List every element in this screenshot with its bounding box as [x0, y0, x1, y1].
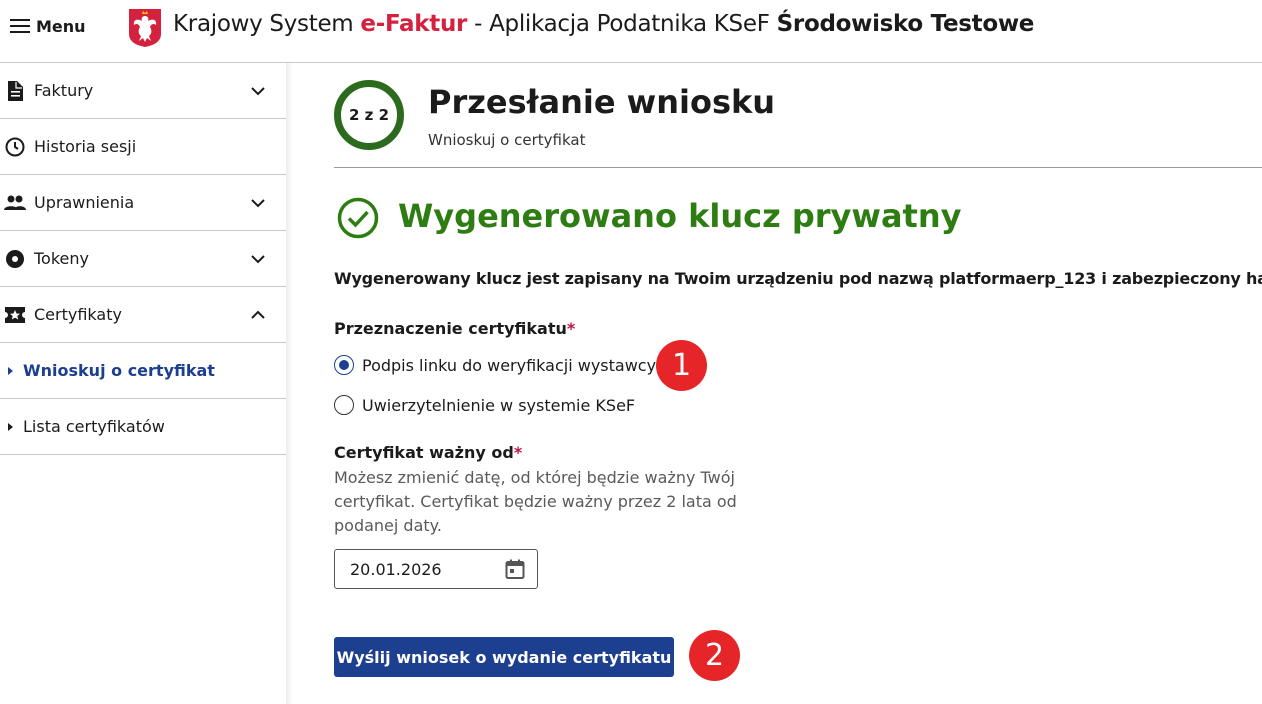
sidebar-item-historia-sesji[interactable]: Historia sesji [0, 119, 286, 175]
success-title: Wygenerowano klucz prywatny [398, 197, 962, 235]
valid-from-label: Certyfikat ważny od* [334, 443, 522, 462]
app-title-prefix: Krajowy System [173, 11, 361, 37]
page-subtitle: Wnioskuj o certyfikat [428, 131, 586, 149]
step-label: 2 z 2 [348, 106, 390, 124]
radio-option-podpis-linku[interactable]: Podpis linku do weryfikacji wystawcy [334, 355, 656, 375]
sidebar-shadow [286, 63, 292, 704]
divider [334, 167, 1262, 168]
annotation-badge-2: 2 [689, 630, 740, 681]
page-title: Przesłanie wniosku [428, 83, 776, 121]
valid-from-label-text: Certyfikat ważny od [334, 443, 514, 462]
submit-button[interactable]: Wyślij wniosek o wydanie certyfikatu [334, 637, 674, 677]
sidebar-item-tokeny[interactable]: Tokeny [0, 231, 286, 287]
main-content: 2 z 2 Przesłanie wniosku Wnioskuj o cert… [334, 63, 1262, 704]
sidebar-item-uprawnienia[interactable]: Uprawnienia [0, 175, 286, 231]
document-icon [4, 80, 26, 102]
date-input[interactable]: 20.01.2026 [334, 549, 538, 589]
polish-emblem-icon [129, 9, 161, 47]
menu-button[interactable]: Menu [10, 14, 86, 38]
sidebar-item-label: Uprawnienia [34, 193, 135, 212]
sidebar-subitem-label: Wnioskuj o certyfikat [23, 361, 215, 380]
chevron-down-icon [251, 199, 265, 208]
app-title: Krajowy System e-Faktur - Aplikacja Poda… [173, 11, 1034, 37]
radio-option-uwierzytelnienie[interactable]: Uwierzytelnienie w systemie KSeF [334, 395, 635, 415]
token-icon [4, 248, 26, 270]
success-message: Wygenerowany klucz jest zapisany na Twoi… [334, 269, 1262, 288]
sidebar-item-label: Certyfikaty [34, 305, 122, 324]
app-header: Menu Krajowy System e-Faktur - Aplikacja… [0, 0, 1262, 63]
radio-label: Podpis linku do weryfikacji wystawcy [362, 355, 657, 375]
app-title-middle: - Aplikacja Podatnika KSeF [467, 11, 777, 37]
chevron-down-icon [251, 255, 265, 264]
required-mark: * [566, 319, 576, 338]
radio-button[interactable] [334, 395, 354, 415]
chevron-up-icon [251, 310, 265, 319]
sidebar-item-label: Faktury [34, 81, 94, 100]
purpose-label: Przeznaczenie certyfikatu* [334, 319, 575, 338]
sidebar-subitem-label: Lista certyfikatów [23, 417, 165, 436]
annotation-badge-1: 1 [656, 340, 707, 391]
sidebar: Faktury Historia sesji Uprawnienia Token… [0, 63, 286, 704]
date-input-value: 20.01.2026 [350, 559, 442, 579]
chevron-down-icon [251, 87, 265, 96]
sidebar-subitem-wnioskuj[interactable]: Wnioskuj o certyfikat [0, 343, 286, 399]
calendar-icon[interactable] [505, 559, 525, 579]
app-title-environment: Środowisko Testowe [776, 11, 1035, 37]
bullet-triangle-icon [8, 366, 13, 375]
sidebar-item-certyfikaty[interactable]: Certyfikaty [0, 287, 286, 343]
purpose-label-text: Przeznaczenie certyfikatu [334, 319, 567, 338]
sidebar-item-label: Tokeny [34, 249, 89, 268]
sidebar-subitem-lista-certyfikatow[interactable]: Lista certyfikatów [0, 399, 286, 455]
sidebar-item-label: Historia sesji [34, 137, 137, 156]
valid-from-hint: Możesz zmienić datę, od której będzie wa… [334, 468, 737, 535]
clock-icon [4, 136, 26, 158]
bullet-triangle-icon [8, 422, 13, 431]
sidebar-item-faktury[interactable]: Faktury [0, 63, 286, 119]
radio-label: Uwierzytelnienie w systemie KSeF [362, 395, 636, 415]
radio-button-checked[interactable] [334, 355, 354, 375]
people-icon [4, 192, 26, 214]
hamburger-icon [10, 19, 30, 33]
check-circle-icon [337, 197, 379, 239]
app-title-brand: e-Faktur [360, 11, 468, 37]
certificate-icon [4, 304, 26, 326]
step-indicator: 2 z 2 [334, 80, 404, 150]
menu-label: Menu [36, 16, 86, 36]
required-mark: * [513, 443, 523, 462]
